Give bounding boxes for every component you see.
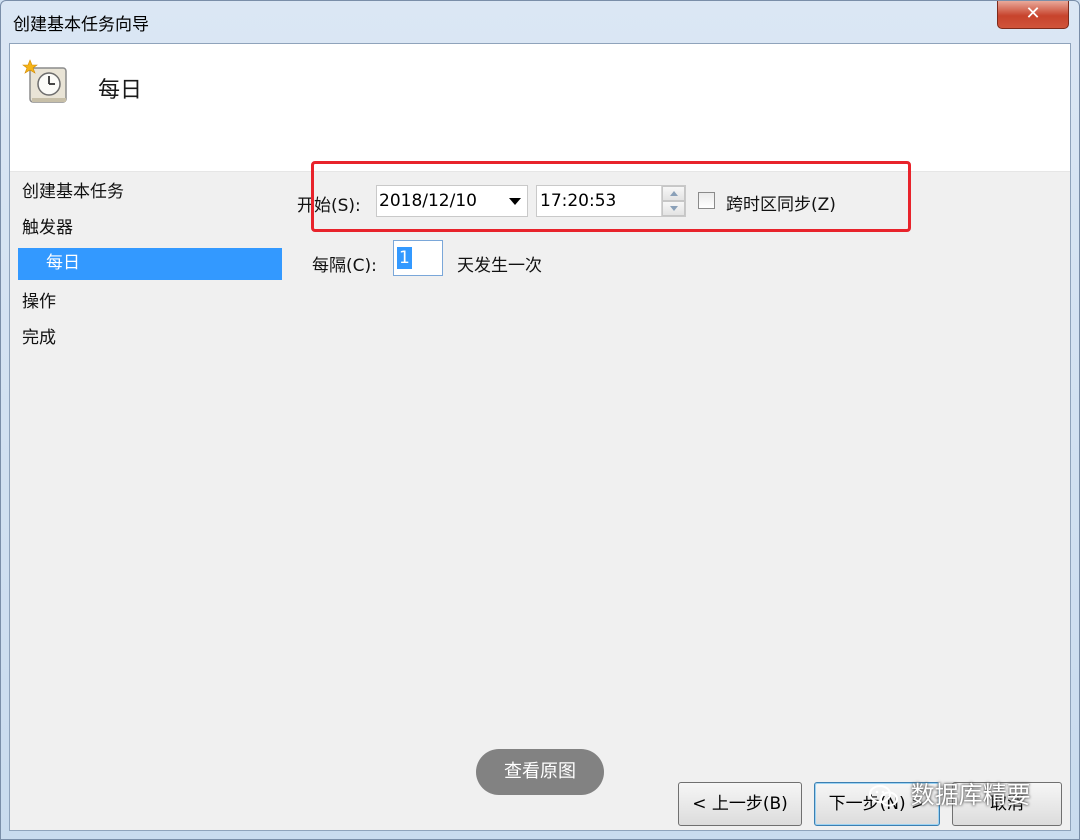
- watermark-text: 数据库精要: [910, 781, 1031, 809]
- wizard-client-area: 每日 创建基本任务 触发器 每日 操作 完成 开始(S): 2018/12/10…: [9, 43, 1071, 831]
- step-action[interactable]: 操作: [22, 287, 56, 312]
- step-create-basic-task[interactable]: 创建基本任务: [22, 177, 124, 202]
- step-trigger[interactable]: 触发器: [22, 213, 73, 238]
- wizard-header: 每日: [10, 44, 1070, 172]
- title-bar[interactable]: 创建基本任务向导 ✕: [1, 1, 1079, 41]
- recur-days-input[interactable]: 1: [393, 240, 443, 276]
- wechat-icon: [869, 785, 898, 807]
- view-original-button[interactable]: 查看原图: [476, 749, 604, 795]
- watermark: 数据库精要: [869, 775, 1069, 815]
- annotation-highlight-box: [311, 161, 911, 232]
- close-button[interactable]: ✕: [997, 1, 1069, 29]
- window-title: 创建基本任务向导: [13, 15, 149, 35]
- clock-task-icon: [22, 59, 67, 103]
- recur-label: 每隔(C):: [312, 256, 377, 276]
- page-title: 每日: [98, 78, 143, 103]
- recur-suffix: 天发生一次: [457, 256, 542, 276]
- wizard-steps-sidebar: 创建基本任务 触发器 每日 操作 完成: [10, 172, 290, 472]
- recur-days-value: 1: [397, 247, 412, 269]
- back-button[interactable]: < 上一步(B): [678, 782, 802, 826]
- wizard-window: 创建基本任务向导 ✕ 每日 创建基本任务 触发器 每日 操作 完成 开始(S):: [0, 0, 1080, 840]
- close-icon: ✕: [1025, 3, 1041, 24]
- step-daily-selected[interactable]: 每日: [18, 248, 282, 280]
- step-finish[interactable]: 完成: [22, 323, 56, 348]
